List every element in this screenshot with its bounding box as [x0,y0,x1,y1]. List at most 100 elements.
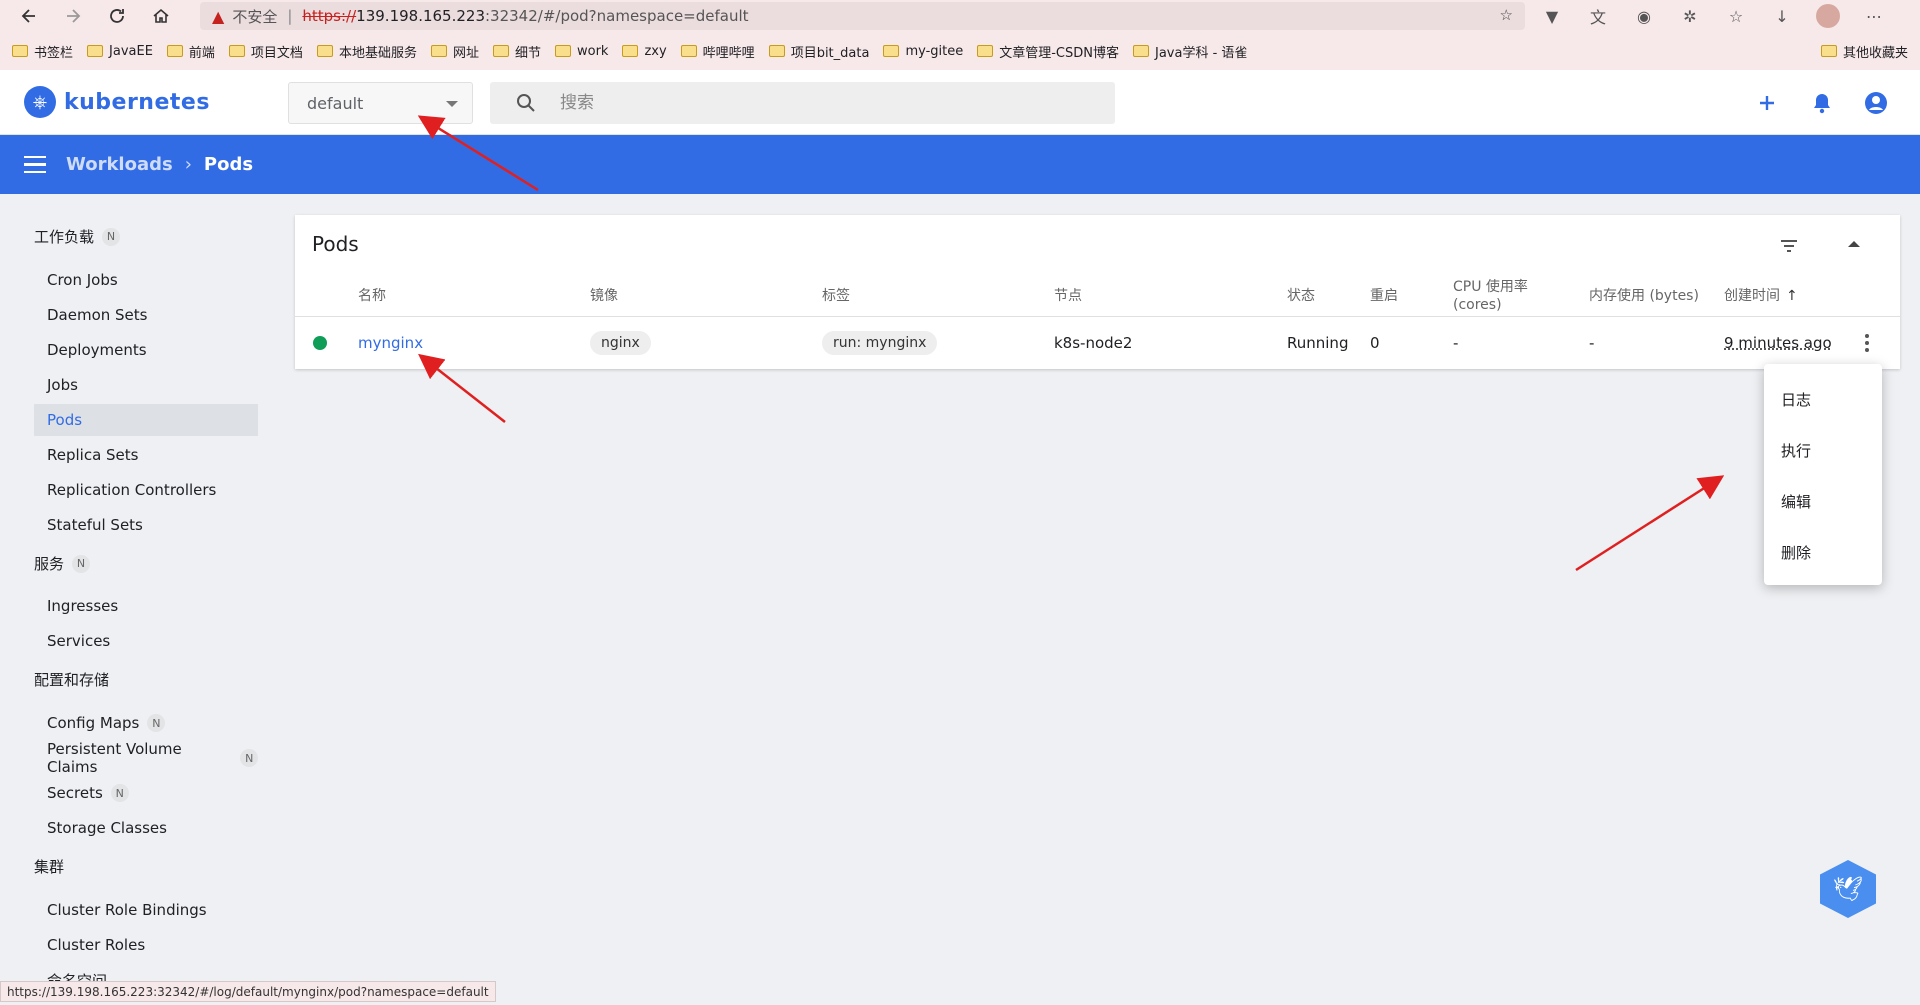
sidebar-item-services[interactable]: Services [34,625,258,657]
menu-item-exec[interactable]: 执行 [1764,430,1882,470]
pod-name-link[interactable]: mynginx [358,334,423,352]
bookmark-item[interactable]: 网址 [430,42,479,61]
sidebar-item-jobs[interactable]: Jobs [34,369,258,401]
sidebar-item-cluster-role-bindings[interactable]: Cluster Role Bindings [34,894,258,926]
column-node[interactable]: 节点 [1054,275,1082,317]
bookmark-item[interactable]: 书签栏 [12,42,73,61]
bookmark-item[interactable]: work [554,43,609,59]
column-status[interactable]: 状态 [1287,275,1315,317]
column-restarts[interactable]: 重启 [1370,275,1398,317]
bookmark-label: 细节 [514,45,541,61]
collapse-icon[interactable] [1848,241,1860,247]
browser-chrome: ▲ 不安全 | https:// 139.198.165.223 :32342/… [0,0,1920,70]
namespaced-badge: N [147,714,166,732]
other-bookmarks-label: 其他收藏夹 [1842,45,1908,61]
profile-avatar[interactable] [1816,4,1840,28]
bookmark-label: work [576,43,609,59]
row-actions-button[interactable] [1857,317,1877,369]
card-title: Pods [312,232,359,256]
logo-text: kubernetes [64,89,210,115]
menu-item-logs[interactable]: 日志 [1764,379,1882,419]
namespace-select[interactable]: default [288,82,473,124]
folder-icon [977,45,994,57]
bookmark-item[interactable]: zxy [622,44,667,59]
favorite-star-icon[interactable]: ☆ [1500,6,1513,24]
account-circle-icon [1865,92,1887,114]
bookmark-item[interactable]: 本地基础服务 [316,42,417,61]
pod-cpu: - [1453,334,1459,352]
menu-icon[interactable] [24,154,46,176]
bookmark-item[interactable]: my-gitee [883,44,963,59]
column-cpu-line2: (cores) [1453,297,1502,313]
sidebar-item-secrets[interactable]: Secrets N [34,777,258,809]
sidebar-group-cluster[interactable]: 集群 [34,856,64,877]
sidebar-item-storage-classes[interactable]: Storage Classes [34,812,258,844]
sidebar-group-services[interactable]: 服务 N [34,553,91,574]
breadcrumb-toolbar: Workloads › Pods [0,135,1920,194]
sort-arrow-up-icon: ↑ [1786,288,1798,304]
extension-v-icon[interactable]: ▼ [1540,4,1564,28]
downloads-icon[interactable]: ↓ [1770,4,1794,28]
sidebar-item-label: Storage Classes [47,819,167,837]
filter-icon[interactable] [1778,235,1800,257]
bookmark-label: 文章管理-CSDN博客 [999,45,1119,61]
sidebar-item-cron-jobs[interactable]: Cron Jobs [34,264,258,296]
sidebar-item-pods[interactable]: Pods [34,404,258,436]
bookmark-item[interactable]: 项目bit_data [768,42,869,61]
floating-assistant-icon[interactable]: 🕊 [1820,860,1876,918]
reload-button[interactable] [102,1,132,31]
extensions-puzzle-icon[interactable]: ✲ [1678,4,1702,28]
back-button[interactable] [14,1,44,31]
other-bookmarks[interactable]: 其他收藏夹 [1820,38,1908,64]
more-vert-icon [1857,334,1877,352]
sidebar-item-deployments[interactable]: Deployments [34,334,258,366]
arrow-to-actions-menu [1575,475,1725,572]
kubernetes-logo[interactable]: ⎈ kubernetes [24,86,210,118]
extension-compass-icon[interactable]: ◉ [1632,4,1656,28]
column-name[interactable]: 名称 [358,275,386,317]
browser-toolbar: ▲ 不安全 | https:// 139.198.165.223 :32342/… [0,0,1920,32]
account-button[interactable] [1864,91,1888,115]
menu-item-edit[interactable]: 编辑 [1764,481,1882,521]
home-button[interactable] [146,1,176,31]
favorites-icon[interactable]: ☆ [1724,4,1748,28]
sidebar-item-replica-sets[interactable]: Replica Sets [34,439,258,471]
create-button[interactable] [1755,91,1779,115]
sidebar-item-replication-controllers[interactable]: Replication Controllers [34,474,258,506]
sidebar-item-stateful-sets[interactable]: Stateful Sets [34,509,258,541]
sidebar-group-label: 工作负载 [34,228,95,246]
sidebar-group-label: 配置和存储 [34,671,110,689]
bookmark-item[interactable]: 项目文档 [228,42,303,61]
column-created-label: 创建时间 [1724,288,1780,304]
sidebar-item-daemon-sets[interactable]: Daemon Sets [34,299,258,331]
notifications-button[interactable] [1810,91,1834,115]
column-created[interactable]: 创建时间 ↑ [1724,275,1798,317]
bell-icon [1814,94,1830,114]
forward-button[interactable] [58,1,88,31]
bookmark-item[interactable]: 细节 [492,42,541,61]
sidebar-group-config-storage[interactable]: 配置和存储 [34,669,109,690]
sidebar-item-ingresses[interactable]: Ingresses [34,590,258,622]
sidebar-item-cluster-roles[interactable]: Cluster Roles [34,929,258,961]
plus-icon [1760,96,1774,110]
column-cpu: CPU 使用率 (cores) [1453,275,1528,317]
more-options-icon[interactable]: ⋯ [1862,4,1886,28]
bookmark-item[interactable]: JavaEE [87,44,153,59]
address-bar[interactable]: ▲ 不安全 | https:// 139.198.165.223 :32342/… [200,2,1525,30]
bookmark-item[interactable]: 前端 [166,42,215,61]
sidebar-item-config-maps[interactable]: Config Maps N [34,707,258,739]
bookmark-item[interactable]: Java学科 - 语雀 [1132,42,1247,61]
browser-extension-icons: ▼ 文 ◉ ✲ ☆ ↓ ⋯ [1540,0,1886,32]
sidebar-item-persistent-volume-claims[interactable]: Persistent Volume Claims N [34,740,258,776]
menu-item-delete[interactable]: 删除 [1764,532,1882,572]
bookmark-item[interactable]: 文章管理-CSDN博客 [977,42,1119,61]
bookmark-item[interactable]: 哔哩哔哩 [680,42,755,61]
search-input[interactable] [560,93,1060,113]
translate-icon[interactable]: 文 [1586,4,1610,28]
sidebar-item-label: Secrets [47,784,103,802]
folder-icon [166,45,183,57]
address-separator: | [287,7,293,25]
sidebar-group-workloads[interactable]: 工作负载 N [34,226,121,247]
breadcrumb-workloads[interactable]: Workloads [66,154,173,175]
url-host: 139.198.165.223 [356,7,485,25]
